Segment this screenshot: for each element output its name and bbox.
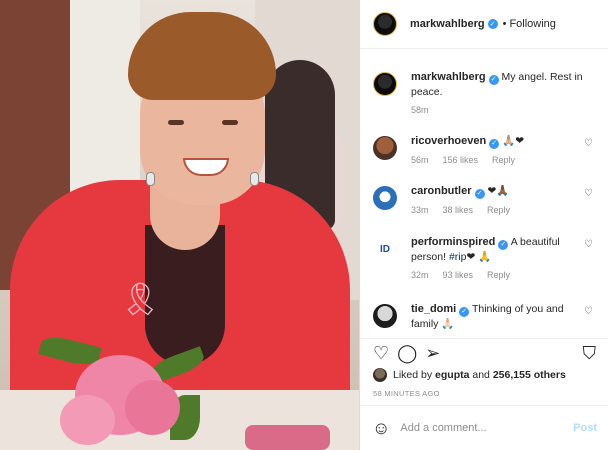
liker-username[interactable]: egupta [435,369,469,381]
comment-like-heart-icon[interactable]: ♡ [584,188,593,199]
comment-username[interactable]: tie_domi [411,303,456,315]
separator-dot: • [502,18,507,30]
reply-button[interactable]: Reply [487,205,510,215]
comment-username[interactable]: caronbutler [411,185,472,197]
author-avatar[interactable] [373,12,397,36]
comment-like-heart-icon[interactable]: ♡ [584,239,593,250]
add-comment-bar: ☺ Post [360,405,608,450]
commenter-avatar[interactable] [373,304,397,328]
save-icon[interactable]: ⛉ [583,344,597,362]
post-photo[interactable]: 🎗 [0,0,359,450]
photo-pink-ribbon: 🎗 [120,281,161,317]
hashtag-link[interactable]: #rip [449,251,467,263]
comment-icon[interactable]: ◯ [397,344,417,362]
caption-time: 58m [411,105,429,115]
emoji-icon[interactable]: ☺ [372,418,390,439]
comment-text: 🙏🏼❤ [502,135,524,147]
share-icon[interactable]: ➢ [425,344,440,362]
like-icon[interactable]: ♡ [373,344,389,362]
comments-list[interactable]: markwahlberg ✓ My angel. Rest in peace. 5… [360,50,608,338]
comment-input[interactable] [400,422,551,434]
comment-text: ❤🙏🏾 [487,185,510,197]
liked-by: Liked by egupta and 256,155 others [373,368,566,382]
comment-item: ricoverhoeven ✓ 🙏🏼❤ 56m 156 likes Reply ♡ [373,134,603,165]
post-actions: ♡ ◯ ➢ ⛉ [360,338,608,366]
photo-hair [128,12,276,100]
photo-eye-right [222,120,238,125]
likes-count[interactable]: 256,155 others [493,369,566,381]
post-button[interactable]: Post [573,422,597,434]
comment-username[interactable]: ricoverhoeven [411,135,486,147]
verified-icon: ✓ [488,75,499,85]
caption: markwahlberg ✓ My angel. Rest in peace. 5… [373,70,603,115]
post-header: markwahlberg ✓ • Following [360,0,608,49]
post-side-panel: markwahlberg ✓ • Following markwahlberg ✓… [359,0,608,450]
photo-flowers [38,332,207,450]
post-timestamp[interactable]: 58 MINUTES AGO [373,389,440,398]
liked-by-connector: and [472,369,490,381]
caption-avatar[interactable] [373,72,397,96]
author-username[interactable]: markwahlberg [410,18,485,30]
comment-time: 56m [411,155,429,165]
comment-likes[interactable]: 38 likes [443,205,474,215]
verified-icon: ✓ [489,139,500,149]
reply-button[interactable]: Reply [492,155,515,165]
verified-icon: ✓ [498,240,509,250]
comment-likes[interactable]: 93 likes [443,270,474,280]
verified-icon: ✓ [474,189,485,199]
verified-icon: ✓ [487,19,498,29]
comment-text-emoji: ❤ 🙏 [466,251,492,263]
commenter-avatar[interactable]: ID [373,237,397,261]
comment-item: tie_domi ✓ Thinking of you and family 🙏🏻 … [373,302,603,331]
following-button[interactable]: Following [509,18,555,30]
photo-eye-left [168,120,184,125]
liker-avatar[interactable] [373,368,387,382]
comment-time: 33m [411,205,429,215]
comment-item: ID performinspired ✓ A beautiful person! … [373,235,603,280]
photo-earring-right [250,172,259,186]
photo-earring-left [146,172,155,186]
comment-username[interactable]: performinspired [411,236,495,248]
caption-username[interactable]: markwahlberg [411,71,486,83]
comment-item: caronbutler ✓ ❤🙏🏾 33m 38 likes Reply ♡ [373,184,603,215]
liked-by-prefix: Liked by [393,369,433,381]
commenter-avatar[interactable] [373,136,397,160]
comment-like-heart-icon[interactable]: ♡ [584,138,593,149]
comment-time: 32m [411,270,429,280]
commenter-avatar[interactable] [373,186,397,210]
comment-likes[interactable]: 156 likes [443,155,479,165]
comment-like-heart-icon[interactable]: ♡ [584,306,593,317]
photo-cup [245,425,330,450]
reply-button[interactable]: Reply [487,270,510,280]
verified-icon: ✓ [459,307,470,317]
